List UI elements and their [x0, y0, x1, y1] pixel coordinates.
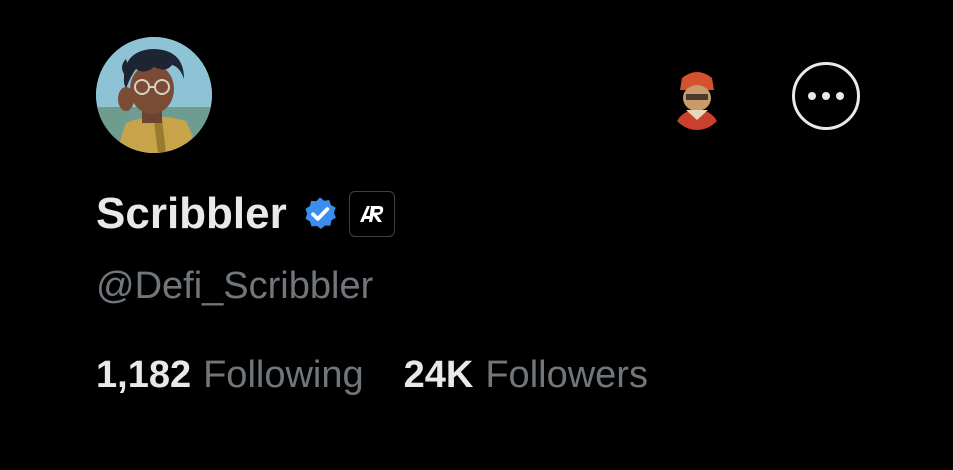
following-count: 1,182 [96, 354, 192, 396]
following-stat[interactable]: 1,182 Following [96, 354, 364, 397]
profile-handle: @Defi_Scribbler [96, 265, 374, 307]
more-options-button[interactable] [792, 62, 860, 130]
more-horizontal-icon [822, 92, 830, 100]
verified-badge-icon[interactable] [301, 195, 339, 233]
profile-avatar[interactable] [96, 37, 212, 153]
following-label: Following [203, 354, 364, 396]
followers-label: Followers [485, 354, 648, 396]
followed-by-avatar[interactable] [668, 64, 726, 130]
more-horizontal-icon [808, 92, 816, 100]
followers-count: 24K [403, 354, 474, 396]
more-horizontal-icon [836, 92, 844, 100]
followers-stat[interactable]: 24K Followers [404, 354, 648, 397]
affiliate-badge-icon[interactable] [348, 191, 395, 237]
display-name: Scribbler [96, 189, 287, 238]
profile-name-row: Scribbler [96, 186, 395, 242]
profile-stats: 1,182 Following 24K Followers [96, 354, 648, 397]
